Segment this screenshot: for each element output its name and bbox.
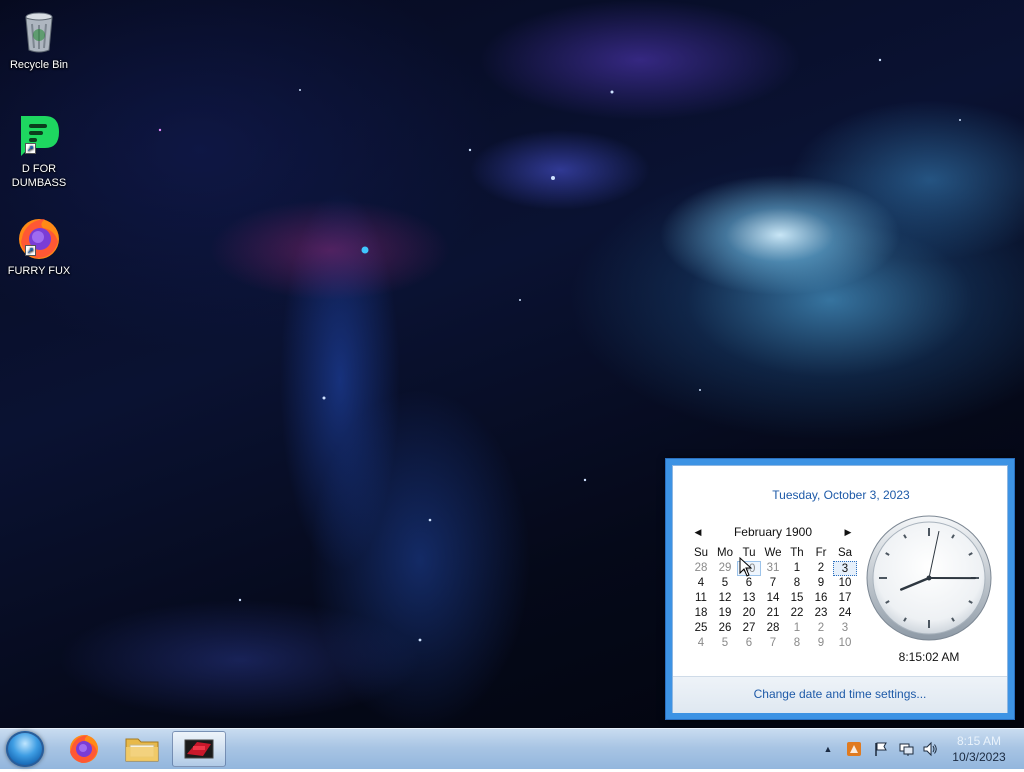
calendar-day[interactable]: 27	[737, 621, 761, 636]
calendar-day[interactable]: 6	[737, 576, 761, 591]
weekday-header: Sa	[833, 546, 857, 561]
calendar-week-row: 4 5 6 7 8 9 10	[689, 636, 857, 651]
date-time-panel: Tuesday, October 3, 2023 ◀ February 1900…	[672, 465, 1008, 713]
windows-orb-icon[interactable]	[6, 731, 44, 767]
calendar-week-row: 11 12 13 14 15 16 17	[689, 591, 857, 606]
weekday-header: We	[761, 546, 785, 561]
weekday-header: Mo	[713, 546, 737, 561]
calendar-day[interactable]: 10	[833, 636, 857, 651]
media-app-icon	[173, 732, 225, 766]
calendar-day[interactable]: 4	[689, 576, 713, 591]
taskbar-time: 8:15 AM	[944, 733, 1014, 749]
calendar-day[interactable]: 16	[809, 591, 833, 606]
calendar-day[interactable]: 15	[785, 591, 809, 606]
calendar-day[interactable]: 1	[785, 621, 809, 636]
show-hidden-icons-button[interactable]: ▲	[820, 741, 836, 757]
full-date-link[interactable]: Tuesday, October 3, 2023	[673, 488, 1009, 502]
calendar-day[interactable]: 18	[689, 606, 713, 621]
desktop[interactable]: Recycle Bin ↗ D FOR DUMBASS ↗ FURRY FUX	[0, 0, 1024, 728]
calendar-prev-icon[interactable]: ◀	[691, 524, 705, 540]
calendar-day[interactable]: 9	[809, 576, 833, 591]
calendar-grid: Su Mo Tu We Th Fr Sa 28 29 30 31 1 2 3	[689, 546, 857, 651]
calendar-day-selected[interactable]: 3	[833, 561, 857, 576]
calendar-next-icon[interactable]: ▶	[841, 524, 855, 540]
calendar-day[interactable]: 29	[713, 561, 737, 576]
analog-clock	[865, 514, 993, 642]
calendar-day[interactable]: 17	[833, 591, 857, 606]
calendar-day[interactable]: 11	[689, 591, 713, 606]
action-center-flag-icon[interactable]	[873, 741, 889, 757]
date-time-flyout: Tuesday, October 3, 2023 ◀ February 1900…	[665, 458, 1015, 720]
calendar-day[interactable]: 3	[833, 621, 857, 636]
calendar-day[interactable]: 20	[737, 606, 761, 621]
calendar-day[interactable]: 5	[713, 636, 737, 651]
calendar-weekday-row: Su Mo Tu We Th Fr Sa	[689, 546, 857, 561]
calendar-week-row: 18 19 20 21 22 23 24	[689, 606, 857, 621]
taskbar-file-explorer-button[interactable]	[116, 731, 168, 767]
calendar-month-label[interactable]: February 1900	[705, 524, 841, 540]
calendar-day[interactable]: 12	[713, 591, 737, 606]
flyout-footer: Change date and time settings...	[673, 676, 1007, 713]
calendar-day[interactable]: 2	[809, 561, 833, 576]
weekday-header: Fr	[809, 546, 833, 561]
taskbar-firefox-button[interactable]	[58, 731, 110, 767]
calendar-day[interactable]: 10	[833, 576, 857, 591]
mouse-cursor-icon	[739, 557, 753, 577]
network-icon[interactable]	[898, 741, 914, 757]
calendar-day[interactable]: 26	[713, 621, 737, 636]
calendar-week-row: 25 26 27 28 1 2 3	[689, 621, 857, 636]
calendar-day[interactable]: 4	[689, 636, 713, 651]
taskbar: ▲ 8:15 AM 10/3/2023	[0, 728, 1024, 769]
taskbar-clock[interactable]: 8:15 AM 10/3/2023	[944, 733, 1014, 765]
calendar-day[interactable]: 23	[809, 606, 833, 621]
calendar-day[interactable]: 2	[809, 621, 833, 636]
calendar-day[interactable]: 24	[833, 606, 857, 621]
digital-time: 8:15:02 AM	[865, 650, 993, 664]
calendar-day[interactable]: 21	[761, 606, 785, 621]
calendar-day[interactable]: 9	[809, 636, 833, 651]
calendar-day[interactable]: 25	[689, 621, 713, 636]
weekday-header: Th	[785, 546, 809, 561]
calendar-day[interactable]: 28	[761, 621, 785, 636]
notification-app-icon[interactable]	[846, 741, 862, 757]
calendar-day[interactable]: 31	[761, 561, 785, 576]
calendar-week-row: 4 5 6 7 8 9 10	[689, 576, 857, 591]
calendar-day[interactable]: 8	[785, 636, 809, 651]
taskbar-media-app-button[interactable]	[172, 731, 226, 767]
taskbar-date: 10/3/2023	[944, 749, 1014, 765]
calendar-navigation: ◀ February 1900 ▶	[691, 524, 855, 540]
change-date-time-settings-link[interactable]: Change date and time settings...	[673, 687, 1007, 701]
firefox-icon	[58, 731, 110, 767]
calendar-day[interactable]: 14	[761, 591, 785, 606]
calendar-day[interactable]: 7	[761, 636, 785, 651]
calendar-day[interactable]: 7	[761, 576, 785, 591]
calendar-day[interactable]: 1	[785, 561, 809, 576]
calendar-day[interactable]: 28	[689, 561, 713, 576]
calendar-day[interactable]: 6	[737, 636, 761, 651]
calendar-week-row: 28 29 30 31 1 2 3	[689, 561, 857, 576]
folder-icon	[116, 731, 168, 767]
weekday-header: Su	[689, 546, 713, 561]
calendar-day[interactable]: 13	[737, 591, 761, 606]
calendar-day[interactable]: 8	[785, 576, 809, 591]
calendar-day[interactable]: 22	[785, 606, 809, 621]
volume-icon[interactable]	[922, 741, 938, 757]
calendar-day[interactable]: 5	[713, 576, 737, 591]
calendar-day[interactable]: 19	[713, 606, 737, 621]
